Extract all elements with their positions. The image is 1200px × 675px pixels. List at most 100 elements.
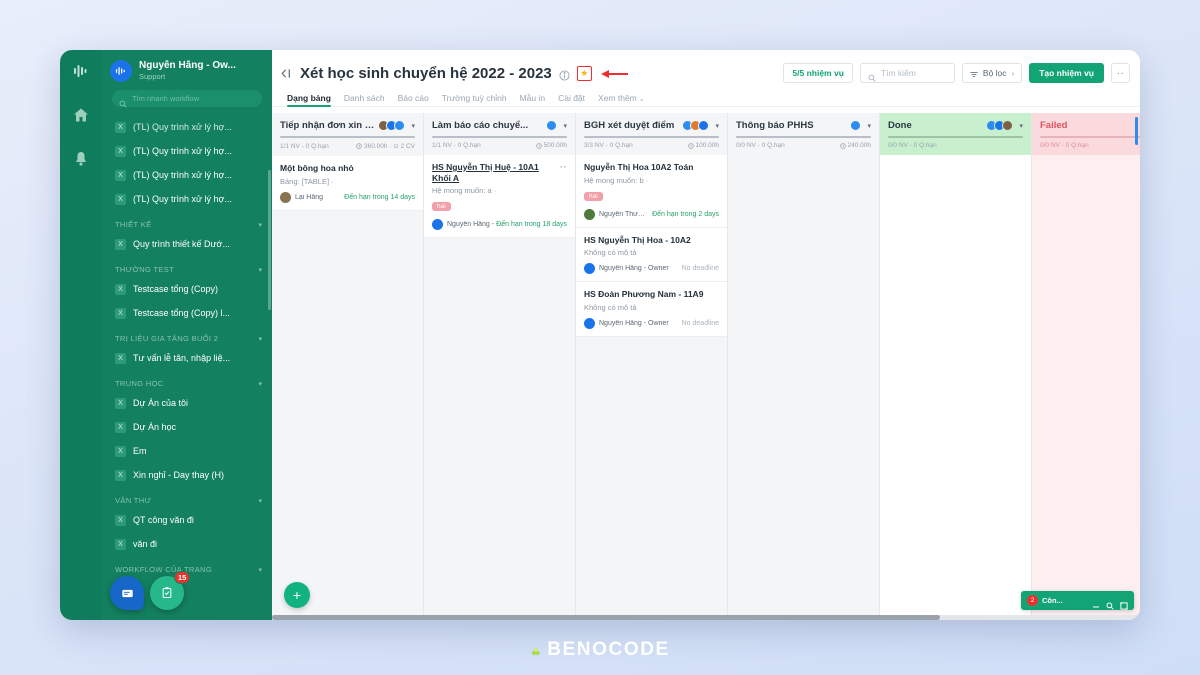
favorite-star-button[interactable]: ★ bbox=[576, 65, 592, 81]
sidebar-group-van-thu[interactable]: VĂN THƯ ▾ bbox=[102, 487, 272, 508]
scrollbar-thumb[interactable] bbox=[272, 615, 941, 620]
sidebar-group-thuong-test[interactable]: THƯỜNG TEST ▾ bbox=[102, 256, 272, 277]
column-title: Failed bbox=[1040, 120, 1068, 131]
column-cards bbox=[880, 155, 1031, 620]
tab-mau-in[interactable]: Mẫu in bbox=[520, 93, 546, 106]
logo-icon[interactable] bbox=[72, 62, 90, 80]
filter-button[interactable]: Bộ lọc › bbox=[961, 63, 1023, 83]
sidebar-item-em[interactable]: Em bbox=[102, 439, 272, 463]
more-options-button[interactable]: ·· bbox=[1111, 63, 1130, 83]
sidebar-item-testcase-copy-2[interactable]: Testcase tổng (Copy) l... bbox=[102, 301, 272, 325]
card-title-row: Một bông hoa nhỏ bbox=[280, 163, 415, 174]
sidebar-group-trung-hoc[interactable]: TRUNG HỌC ▾ bbox=[102, 370, 272, 391]
expand-icon[interactable] bbox=[1120, 597, 1128, 610]
tab-danh-sach[interactable]: Danh sách bbox=[344, 93, 385, 106]
kanban-card[interactable]: HS Đoàn Phương Nam - 11A9 Không có mô tả… bbox=[576, 282, 727, 337]
sidebar-group-label: TRỊ LIỆU GIA TĂNG BUỔI 2 bbox=[115, 334, 219, 343]
column-meta-left: 0/0 NV - 0 Q.hạn bbox=[1040, 142, 1089, 149]
sidebar-item-label: Xin nghỉ - Day thay (H) bbox=[133, 470, 225, 480]
column-scrollbar[interactable] bbox=[1135, 117, 1138, 145]
sidebar-scrollbar[interactable] bbox=[268, 170, 271, 310]
column-avatars bbox=[378, 120, 406, 131]
sidebar-item-du-an-cua-toi[interactable]: Dự Án của tôi bbox=[102, 391, 272, 415]
workflow-file-icon bbox=[115, 352, 126, 364]
workspace-selector[interactable]: Nguyễn Hằng - Ow... Support bbox=[102, 50, 272, 88]
column-header: BGH xét duyệt điểm ▾ 3/3 NV - 0 Q.hạn 10… bbox=[576, 113, 727, 155]
bell-icon[interactable] bbox=[72, 150, 90, 168]
column-meta-right: 500.00h bbox=[543, 142, 568, 149]
board-horizontal-scrollbar[interactable] bbox=[272, 615, 1140, 620]
chevron-right-icon: › bbox=[1011, 68, 1015, 78]
sidebar-item-workflow-3[interactable]: (TL) Quy trình xử lý hợ... bbox=[102, 187, 272, 211]
column-header: Failed 0/0 NV - 0 Q.hạn bbox=[1032, 113, 1140, 155]
chevron-down-icon[interactable]: ▾ bbox=[563, 122, 567, 130]
card-title-row: HS Nguyễn Thị Hoa - 10A2 bbox=[584, 235, 719, 246]
info-circle-icon[interactable] bbox=[559, 68, 570, 81]
search-input[interactable]: Tìm kiếm bbox=[859, 63, 955, 83]
collapse-panel-icon[interactable] bbox=[280, 67, 293, 80]
sidebar-item-du-an-hoc[interactable]: Dự Án học bbox=[102, 415, 272, 439]
sidebar-item-label: (TL) Quy trình xử lý hợ... bbox=[133, 146, 232, 156]
kanban-card[interactable]: HS Nguyễn Thị Huệ - 10A1 Khối A ·· Hệ mo… bbox=[424, 155, 575, 239]
card-menu-icon[interactable]: ·· bbox=[560, 162, 567, 173]
avatar bbox=[698, 120, 710, 131]
kanban-column-lam-bao-cao: Làm báo cáo chuyể... ▾ 1/1 NV - 0 Q.hạn bbox=[424, 113, 576, 620]
chevron-down-icon[interactable]: ▾ bbox=[867, 122, 871, 130]
sidebar-group-tri-lieu[interactable]: TRỊ LIỆU GIA TĂNG BUỔI 2 ▾ bbox=[102, 325, 272, 346]
avatar bbox=[280, 191, 291, 203]
tab-bao-cao[interactable]: Báo cáo bbox=[398, 93, 429, 106]
sidebar-group-thiet-ke[interactable]: THIẾT KẾ ▾ bbox=[102, 211, 272, 232]
card-tag: hai bbox=[584, 191, 603, 201]
tab-xem-them[interactable]: Xem thêm ⌄ bbox=[598, 93, 645, 106]
home-icon[interactable] bbox=[72, 106, 90, 124]
chevron-down-icon[interactable]: ▾ bbox=[1019, 122, 1023, 130]
chevron-down-icon[interactable]: ▾ bbox=[411, 122, 415, 130]
title-block: Xét học sinh chuyển hệ 2022 - 2023 ★ bbox=[280, 65, 629, 82]
clock-icon bbox=[535, 142, 542, 149]
workflow-file-icon bbox=[115, 421, 126, 433]
task-count-button[interactable]: 5/5 nhiệm vụ bbox=[783, 63, 853, 83]
column-meta-left: 0/0 NV - 0 Q.hạn bbox=[888, 142, 937, 149]
tab-truong-tuy-chinh[interactable]: Trường tuỳ chỉnh bbox=[442, 93, 507, 106]
chevron-down-icon: ▾ bbox=[258, 380, 262, 388]
avatar bbox=[432, 219, 443, 231]
sidebar-item-van-di[interactable]: văn đi bbox=[102, 532, 272, 556]
sidebar-item-workflow-2[interactable]: (TL) Quy trình xử lý hợ... bbox=[102, 163, 272, 187]
minimize-icon[interactable] bbox=[1092, 597, 1100, 608]
sidebar-item-testcase-copy[interactable]: Testcase tổng (Copy) bbox=[102, 277, 272, 301]
avatar bbox=[394, 120, 406, 131]
card-due-date: Đến hạn trong 2 days bbox=[652, 210, 719, 218]
kanban-card[interactable]: Nguyễn Thị Hoa 10A2 Toán Hệ mong muốn: b… bbox=[576, 155, 727, 228]
chat-widget[interactable]: 2 Côn... bbox=[1021, 591, 1134, 610]
create-task-button[interactable]: Tạo nhiệm vụ bbox=[1029, 63, 1104, 83]
add-card-icon[interactable]: + bbox=[284, 582, 310, 608]
column-avatars bbox=[546, 120, 558, 131]
card-assignee: Nguyễn Hằng - Owner bbox=[599, 265, 669, 273]
sidebar-item-workflow-0[interactable]: (TL) Quy trình xử lý hợ... bbox=[102, 115, 272, 139]
chat-bubble-icon[interactable] bbox=[110, 576, 144, 610]
kanban-card[interactable]: Một bông hoa nhỏ Bảng: [TABLE] · Lại Hằn… bbox=[272, 156, 423, 211]
icon-rail bbox=[60, 50, 102, 620]
tab-dang-bang[interactable]: Dạng bảng bbox=[287, 93, 331, 107]
chevron-down-icon[interactable]: ▾ bbox=[715, 122, 719, 130]
column-title: Tiếp nhận đơn xin c... bbox=[280, 120, 375, 131]
search-icon[interactable] bbox=[1106, 597, 1114, 610]
column-meta-right: 100.00h bbox=[695, 142, 720, 149]
sidebar-item-tu-van-le-tan[interactable]: Tư vấn lễ tân, nhập liệ... bbox=[102, 346, 272, 370]
kanban-card[interactable]: HS Nguyễn Thị Hoa - 10A2 Không có mô tả … bbox=[576, 227, 727, 283]
sidebar-item-xin-nghi[interactable]: Xin nghỉ - Day thay (H) bbox=[102, 463, 272, 487]
sidebar-item-label: Dự Án học bbox=[133, 422, 177, 432]
column-cards: HS Nguyễn Thị Huệ - 10A1 Khối A ·· Hệ mo… bbox=[424, 155, 575, 620]
sidebar-item-workflow-1[interactable]: (TL) Quy trình xử lý hợ... bbox=[102, 139, 272, 163]
workflow-file-icon bbox=[115, 145, 126, 157]
workflow-file-icon bbox=[115, 307, 126, 319]
clock-icon bbox=[839, 142, 846, 149]
kanban-board: Tiếp nhận đơn xin c... ▾ 1/1 NV - 0 Q.hạ… bbox=[272, 113, 1140, 620]
column-title: Làm báo cáo chuyể... bbox=[432, 120, 529, 131]
tab-cai-dat[interactable]: Cài đặt bbox=[558, 93, 585, 106]
avatar bbox=[546, 120, 558, 131]
sidebar-item-qt-cong-van-di[interactable]: QT công văn đi bbox=[102, 508, 272, 532]
sidebar-item-quy-trinh-thiet-ke[interactable]: Quy trình thiết kế Dướ... bbox=[102, 232, 272, 256]
sidebar-search-input[interactable]: Tìm nhanh workflow bbox=[112, 90, 262, 108]
column-cards: Một bông hoa nhỏ Bảng: [TABLE] · Lại Hằn… bbox=[272, 156, 423, 620]
